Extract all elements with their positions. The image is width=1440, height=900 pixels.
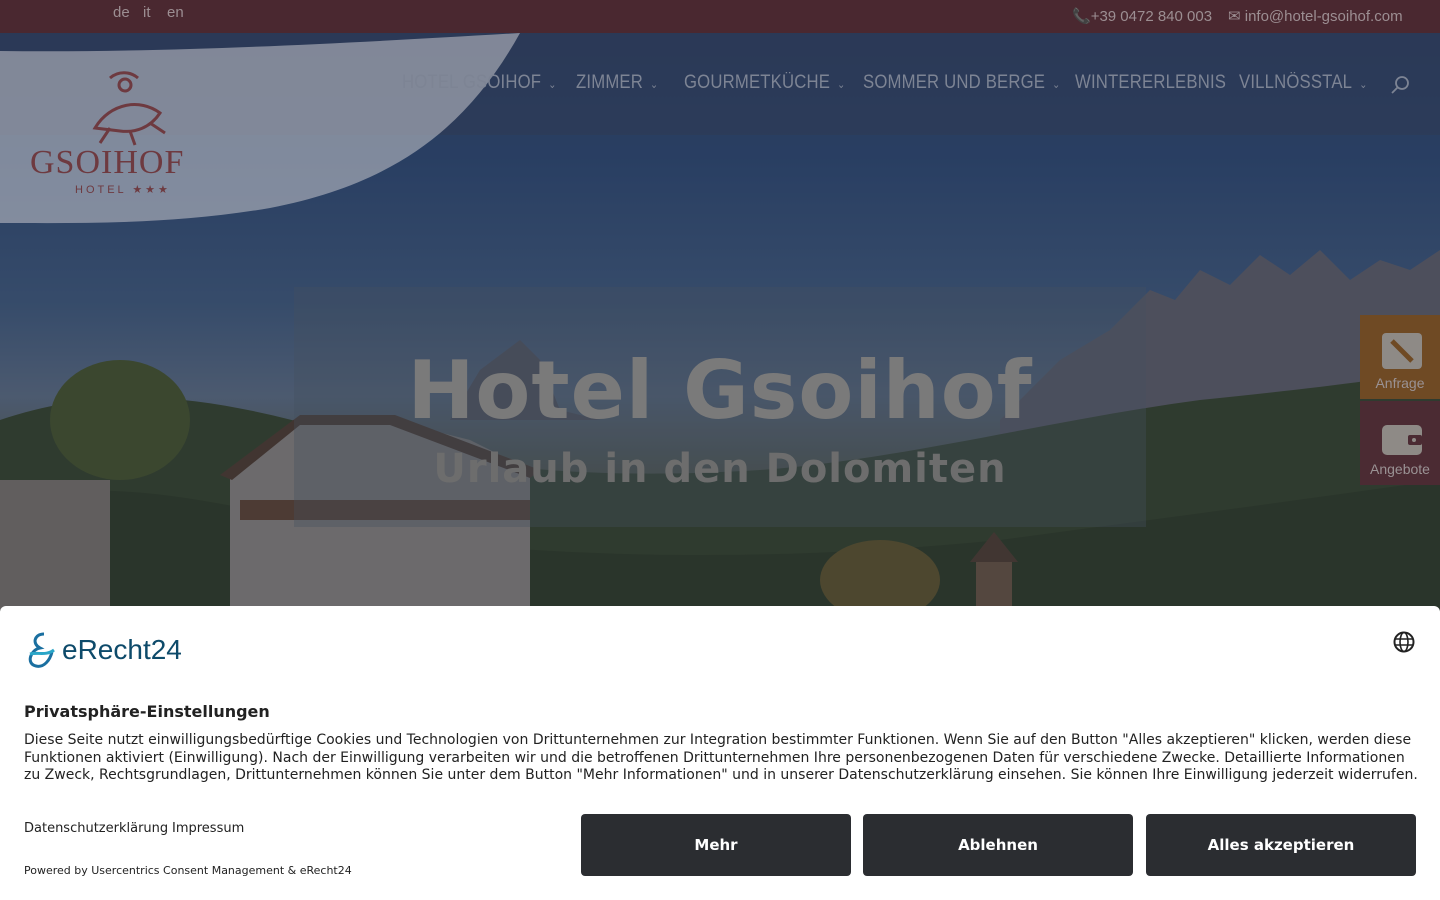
deny-button[interactable]: Ablehnen [863,814,1133,876]
side-tab-label: Angebote [1370,461,1430,477]
logo-area[interactable]: GSOIHOF HOTEL ★★★ [0,33,560,233]
erecht24-logo-icon [28,632,55,668]
language-en-link[interactable]: en [167,4,184,21]
email-address: info@hotel-gsoihof.com [1244,8,1403,25]
chevron-down-icon: ⌄ [1052,79,1061,91]
nav-label: GOURMETKÜCHE [684,72,831,93]
powered-by-text: Powered by Usercentrics Consent Manageme… [24,864,352,877]
phone-contact[interactable]: 📞+39 0472 840 003 [1072,7,1212,25]
hero-subtitle: Urlaub in den Dolomiten [433,446,1007,492]
nav-label: VILLNÖSSTAL [1239,72,1353,93]
wallet-icon [1382,425,1422,455]
side-tab-label: Anfrage [1375,375,1425,391]
nav-item-zimmer[interactable]: ZIMMER ⌄ [576,72,658,94]
phone-icon: 📞 [1072,8,1091,25]
nav-item-villnoesstal[interactable]: VILLNÖSSTAL ⌄ [1239,72,1367,94]
envelope-icon: ✉ [1228,8,1241,25]
logo-wordmark: GSOIHOF [30,144,184,181]
language-de-link[interactable]: de [113,4,130,21]
brand-name: eRecht24 [62,634,182,665]
email-contact[interactable]: ✉ info@hotel-gsoihof.com [1228,7,1403,25]
side-tab-anfrage[interactable]: Anfrage [1360,315,1440,399]
chevron-down-icon: ⌄ [1359,79,1368,91]
globe-icon[interactable] [1392,630,1416,654]
phone-number: +39 0472 840 003 [1090,8,1213,25]
nav-label: ZIMMER [576,72,644,93]
consent-description: Diese Seite nutzt einwilligungsbedürftig… [24,732,1418,784]
nav-label: WINTERERLEBNIS [1075,72,1227,93]
nav-item-wintererlebnis[interactable]: WINTERERLEBNIS [1075,72,1226,94]
chevron-down-icon: ⌄ [650,79,659,91]
imprint-link[interactable]: Impressum [172,821,244,836]
chevron-down-icon: ⌄ [837,79,846,91]
nav-item-gourmetkueche[interactable]: GOURMETKÜCHE ⌄ [684,72,845,94]
privacy-policy-link[interactable]: Datenschutzerklärung [24,821,168,836]
search-icon[interactable] [1390,74,1412,96]
nav-label: SOMMER UND BERGE [863,72,1046,93]
nav-item-sommer-und-berge[interactable]: SOMMER UND BERGE ⌄ [863,72,1060,94]
pencil-icon [1382,333,1422,369]
cookie-consent-banner: eRecht24 Privatsphäre-Einstellungen Dies… [0,606,1440,900]
top-bar: de it en 📞+39 0472 840 003 ✉ info@hotel-… [0,0,1440,33]
erecht24-logo: eRecht24 [24,630,182,670]
language-it-link[interactable]: it [143,4,151,21]
hero-title: Hotel Gsoihof [407,344,1033,437]
nav-label: HOTEL GSOIHOF [402,72,542,93]
consent-title: Privatsphäre-Einstellungen [24,702,270,721]
more-info-button[interactable]: Mehr [581,814,851,876]
nav-item-hotel-gsoihof[interactable]: HOTEL GSOIHOF ⌄ [402,72,556,94]
logo-subtitle: HOTEL ★★★ [75,184,171,196]
side-tab-angebote[interactable]: Angebote [1360,401,1440,485]
accept-all-button[interactable]: Alles akzeptieren [1146,814,1416,876]
chevron-down-icon: ⌄ [548,79,557,91]
